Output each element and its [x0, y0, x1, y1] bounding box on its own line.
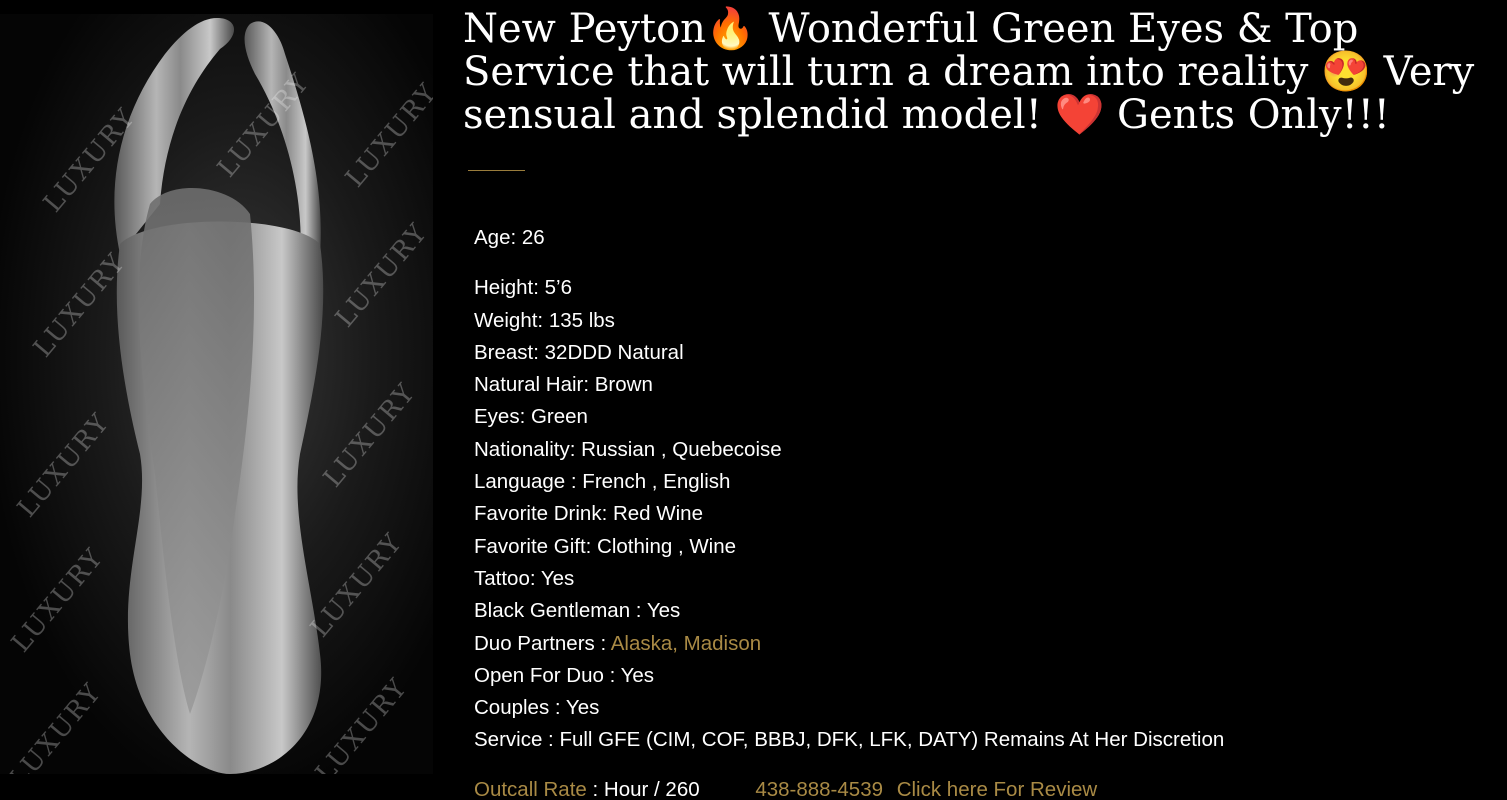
outcall-rate-link[interactable]: Outcall Rate: [474, 778, 587, 800]
profile-details: Age: 26 Height: 5’6 Weight: 135 lbs Brea…: [474, 222, 1224, 757]
figure-silhouette: [114, 18, 324, 774]
review-link[interactable]: Click here For Review: [897, 778, 1098, 800]
detail-tattoo: Tattoo: Yes: [474, 566, 575, 590]
duo-partners-label: Duo Partners :: [474, 631, 611, 655]
detail-service: Service : Full GFE (CIM, COF, BBBJ, DFK,…: [474, 728, 1225, 752]
profile-photo: LUXURY LUXURY LUXURY LUXURY LUXURY LUXUR…: [0, 14, 433, 774]
detail-language: Language : French , English: [474, 470, 731, 494]
detail-duo-partners: Duo Partners : Alaska, Madison: [474, 628, 1224, 660]
rates-row: Outcall Rate : Hour / 260 438-888-4539 C…: [474, 774, 1097, 800]
detail-breast: Breast: 32DDD Natural: [474, 340, 684, 364]
outcall-rate-value: : Hour / 260: [586, 778, 700, 800]
duo-partners-link[interactable]: Alaska, Madison: [611, 632, 761, 655]
phone-link[interactable]: 438-888-4539: [755, 778, 883, 800]
detail-couples: Couples : Yes: [474, 696, 600, 720]
detail-age: Age: 26: [474, 226, 545, 249]
detail-open-for-duo: Open For Duo : Yes: [474, 663, 655, 687]
detail-hair: Natural Hair: Brown: [474, 373, 653, 397]
page-title: New Peyton🔥 Wonderful Green Eyes & Top S…: [463, 6, 1475, 138]
title-divider: [468, 170, 525, 171]
detail-black-gentleman: Black Gentleman : Yes: [474, 599, 681, 623]
detail-height: Height: 5’6: [474, 276, 573, 300]
detail-nationality: Nationality: Russian , Quebecoise: [474, 437, 782, 461]
detail-weight: Weight: 135 lbs: [474, 308, 615, 332]
detail-drink: Favorite Drink: Red Wine: [474, 502, 703, 526]
detail-eyes: Eyes: Green: [474, 405, 588, 429]
detail-gift: Favorite Gift: Clothing , Wine: [474, 534, 737, 558]
